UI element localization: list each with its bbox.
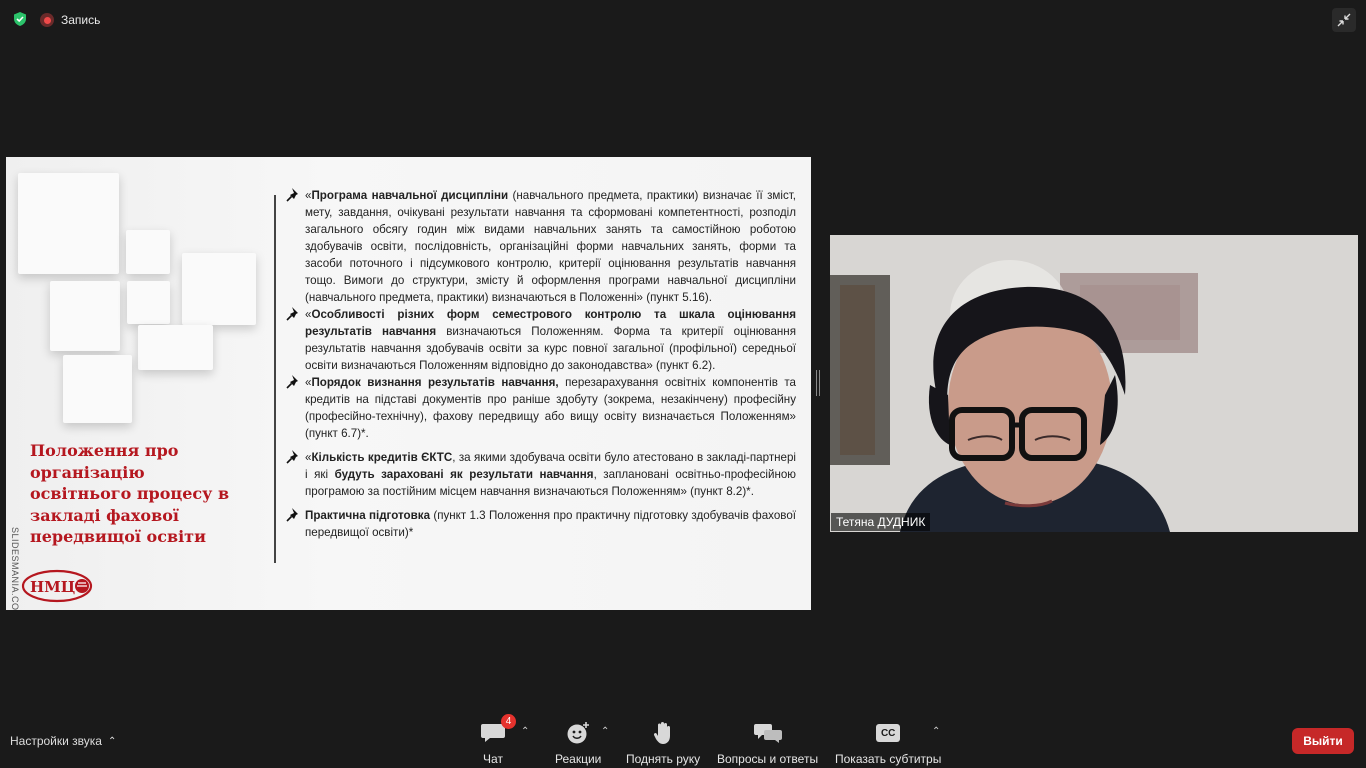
- bottom-toolbar: Настройки звука ⌃ 4 Чат ⌃ Реакции ⌃ Подн…: [0, 712, 1366, 768]
- chat-badge: 4: [501, 714, 516, 729]
- exit-fullscreen-button[interactable]: [1332, 8, 1356, 32]
- participant-video[interactable]: Тетяна ДУДНИК: [830, 235, 1358, 532]
- bullet-bold-text: Практична підготовка: [305, 509, 431, 522]
- pushpin-icon: [286, 375, 298, 389]
- decor-square: [182, 253, 256, 325]
- bullet-list: «Програма навчальної дисципліни (навчаль…: [286, 187, 796, 541]
- reactions-label: Реакции: [555, 752, 602, 766]
- shared-slide: Положення про організацію освітнього про…: [6, 157, 811, 610]
- slide-bullet: «Порядок визнання результатів навчання, …: [286, 374, 796, 442]
- subtitles-label: Показать субтитры: [835, 752, 942, 766]
- pushpin-icon: [286, 188, 298, 202]
- decor-square: [63, 355, 132, 423]
- bullet-text: (навчального предмета, практики) визнача…: [305, 189, 796, 304]
- divider-line: [274, 195, 276, 563]
- qa-label: Вопросы и ответы: [717, 752, 819, 766]
- record-icon: [40, 13, 54, 27]
- decor-square: [50, 281, 120, 351]
- decor-square: [18, 173, 119, 274]
- chevron-up-icon[interactable]: ⌃: [932, 726, 940, 737]
- slide-watermark: SLIDESMANIA.COM: [10, 527, 20, 610]
- slide-bullet: «Програма навчальної дисципліни (навчаль…: [286, 187, 796, 306]
- nmc-logo: НМЦ: [20, 565, 96, 605]
- bullet-bold-text: Програма навчальної дисципліни: [311, 189, 509, 202]
- slide-title: Положення про організацію освітнього про…: [30, 441, 230, 546]
- slide-bullet: Практична підготовка (пункт 1.3 Положенн…: [286, 507, 796, 541]
- smile-icon: [567, 722, 590, 744]
- chevron-up-icon: ⌃: [107, 735, 117, 747]
- recording-label: Запись: [61, 13, 101, 27]
- audio-settings-label: Настройки звука: [10, 734, 102, 748]
- chat-label: Чат: [483, 752, 503, 766]
- hand-icon: [654, 722, 671, 744]
- show-subtitles-button[interactable]: CC Показать субтитры: [835, 720, 941, 766]
- reactions-button[interactable]: Реакции: [555, 720, 601, 766]
- bullet-bold-text: будуть зараховані як результати навчання: [334, 468, 594, 481]
- qa-button[interactable]: Вопросы и ответы: [717, 720, 818, 766]
- collapse-icon: [1337, 13, 1351, 27]
- chat-button[interactable]: 4 Чат: [480, 714, 516, 766]
- chevron-up-icon[interactable]: ⌃: [521, 726, 529, 737]
- qa-icon: [753, 724, 782, 743]
- svg-text:НМЦ: НМЦ: [30, 578, 75, 596]
- decor-square: [127, 281, 170, 324]
- chevron-up-icon[interactable]: ⌃: [601, 726, 609, 737]
- bullet-bold-text: Порядок визнання результатів навчання,: [311, 376, 559, 389]
- participant-name-label: Тетяна ДУДНИК: [831, 513, 931, 531]
- leave-button[interactable]: Выйти: [1292, 728, 1354, 754]
- top-bar: Запись: [0, 0, 1366, 40]
- slide-bullet: «Особливості різних форм семестрового ко…: [286, 306, 796, 374]
- pushpin-icon: [286, 508, 298, 522]
- bullet-bold-text: Кількість кредитів ЄКТС: [311, 451, 453, 464]
- raise-hand-label: Поднять руку: [626, 752, 701, 766]
- participant-video-frame: [830, 235, 1358, 532]
- pushpin-icon: [286, 450, 298, 464]
- pushpin-icon: [286, 307, 298, 321]
- recording-indicator[interactable]: Запись: [40, 9, 100, 31]
- security-shield-icon[interactable]: [10, 9, 30, 29]
- cc-icon: CC: [876, 724, 901, 742]
- decor-square: [126, 230, 170, 274]
- layout-splitter-handle[interactable]: [816, 370, 820, 396]
- raise-hand-button[interactable]: Поднять руку: [626, 720, 700, 766]
- decor-square: [138, 325, 213, 370]
- audio-settings-button[interactable]: Настройки звука ⌃: [10, 734, 116, 748]
- slide-bullet: «Кількість кредитів ЄКТС, за якими здобу…: [286, 449, 796, 500]
